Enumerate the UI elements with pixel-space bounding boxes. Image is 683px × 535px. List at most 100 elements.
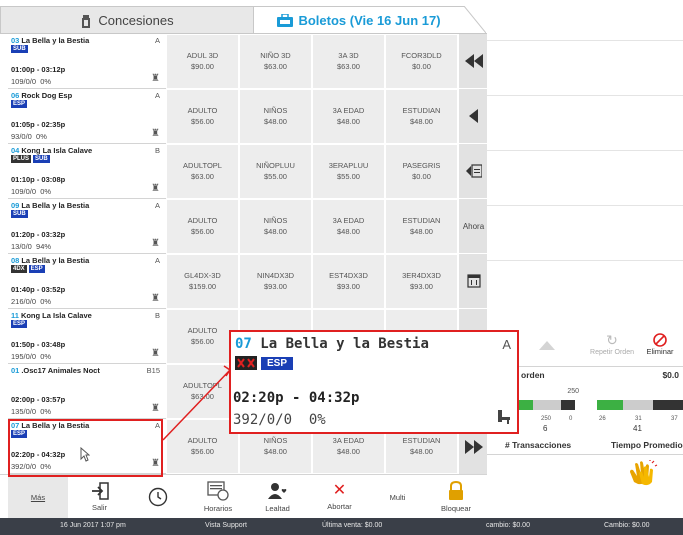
loyalty-button[interactable]: Lealtad [250, 475, 305, 519]
showing-item[interactable]: 11 Kong La Isla Calave B ESP 01:50p - 03:48p… [8, 309, 166, 364]
double-right-arrow-icon [464, 439, 483, 454]
ticket-type-button[interactable]: ADULTO $56.00 [166, 199, 239, 254]
ticket-type-name: FCOR3DLD [401, 51, 442, 60]
lock-label: Bloquear [440, 504, 472, 513]
repeat-order-button[interactable]: ↻ Repetir Orden [587, 322, 637, 366]
showing-title: 11 Kong La Isla Calave [11, 311, 92, 320]
clock-button[interactable] [135, 475, 180, 519]
ticket-type-button[interactable]: PASEGRIS $0.00 [385, 144, 458, 199]
previous-date-button[interactable] [459, 144, 488, 199]
multi-button[interactable]: Multi [370, 475, 425, 519]
clapping-hands-icon [630, 460, 658, 486]
showing-tags: ESP [11, 100, 28, 108]
ticket-icon [277, 14, 294, 27]
calendar-button[interactable] [459, 254, 488, 309]
showings-list: 03 La Bella y la Bestia A SUB 01:00p - 03:12… [8, 34, 166, 480]
order-line [487, 95, 683, 96]
clap-button[interactable] [623, 456, 663, 490]
ticket-type-button[interactable]: ESTUDIAN $48.00 [385, 199, 458, 254]
showing-item[interactable]: 03 La Bella y la Bestia A SUB 01:00p - 03:12… [8, 34, 166, 89]
gauge-segment-green [519, 400, 533, 410]
showing-item[interactable]: 09 La Bella y la Bestia A SUB 01:20p - 03:32… [8, 199, 166, 254]
left-arrow-icon [469, 109, 478, 123]
callout-time: 02:20p - 04:32p [233, 390, 360, 406]
seat-icon [498, 410, 510, 424]
ticket-type-button[interactable]: 3ER4DX3D $93.00 [385, 254, 458, 309]
previous-page-button[interactable] [459, 89, 488, 144]
status-support: Vista Support [205, 522, 247, 529]
tab-concessions[interactable]: Concesiones [0, 6, 254, 34]
ticket-type-button[interactable]: 3A 3D $63.00 [312, 34, 385, 89]
showing-occupancy: 93/0/0 0% [11, 132, 47, 141]
gauge-min-label: 250 [541, 416, 552, 422]
showing-number: 06 [11, 91, 20, 100]
showing-time: 01:05p - 02:35p [11, 120, 66, 129]
now-button[interactable]: Ahora [459, 199, 488, 254]
ticket-type-button[interactable]: 3ERAPLUU $55.00 [312, 144, 385, 199]
ticket-type-name: 3ER4DX3D [402, 271, 441, 280]
format-tag: 4DX [11, 265, 27, 273]
tab-corner [458, 6, 486, 34]
lock-button[interactable]: Bloquear [428, 475, 484, 519]
showing-movie: .Osc17 Animales Noct [21, 366, 100, 375]
gauge-segment-green [597, 400, 623, 410]
format-tag: PLUS [11, 155, 32, 163]
ticket-type-name: ADULTO [187, 106, 218, 115]
scroll-up-button[interactable] [517, 325, 577, 365]
ticket-type-name: NIÑOS [263, 106, 288, 115]
first-page-button[interactable] [459, 34, 488, 89]
tab-tickets-label: Boletos (Vie 16 Jun 17) [298, 13, 441, 28]
ticket-type-button[interactable]: ADULTO $56.00 [166, 89, 239, 144]
ticket-type-button[interactable]: ADULTOPL $63.00 [166, 144, 239, 199]
bottom-toolbar: Más Salir Horarios Lealtad ✕ Abortar Mul… [0, 474, 487, 519]
ticket-type-button[interactable]: EST4DX3D $93.00 [312, 254, 385, 309]
ticket-type-button[interactable]: NIÑOS $48.00 [239, 199, 312, 254]
showing-movie: La Bella y la Bestia [21, 256, 90, 265]
showing-rating: A [154, 201, 160, 210]
ticket-type-price: $63.00 [264, 61, 287, 71]
ticket-type-button[interactable]: NIÑOS $48.00 [239, 89, 312, 144]
ticket-type-button[interactable]: FCOR3DLD $0.00 [385, 34, 458, 89]
showing-item[interactable]: 04 Kong La Isla Calave B PLUS SUB 01:10p - 03… [8, 144, 166, 199]
order-line [487, 150, 683, 151]
ticket-type-price: $55.00 [264, 171, 287, 181]
more-button[interactable]: Más [8, 475, 68, 519]
tab-tickets[interactable]: Boletos (Vie 16 Jun 17) [254, 6, 464, 34]
ticket-type-price: $90.00 [191, 61, 214, 71]
exit-label: Salir [91, 503, 107, 512]
showing-rating: A [154, 256, 160, 265]
schedules-button[interactable]: Horarios [188, 475, 248, 519]
status-bar: 16 Jun 2017 1:07 pm Vista Support Última… [0, 518, 683, 535]
ticket-type-name: EST4DX3D [329, 271, 368, 280]
ticket-type-name: NIÑOS [263, 216, 288, 225]
ticket-type-button[interactable]: ESTUDIAN $48.00 [385, 89, 458, 144]
order-line [487, 40, 683, 41]
ticket-type-button[interactable]: NIÑO 3D $63.00 [239, 34, 312, 89]
showing-time: 02:00p - 03:57p [11, 395, 66, 404]
callout-rating: A [502, 337, 511, 352]
format-tag: ESP [11, 320, 28, 328]
status-change-1: cambio: $0.00 [486, 522, 530, 529]
ticket-type-button[interactable]: GL4DX-3D $159.00 [166, 254, 239, 309]
order-lines-area [487, 0, 683, 320]
showing-item[interactable]: 06 Rock Dog Esp A ESP 01:05p - 02:35p 93/0/0 … [8, 89, 166, 144]
schedules-label: Horarios [203, 504, 233, 513]
gauge-segment-dark [653, 400, 683, 410]
ticket-type-price: $63.00 [191, 171, 214, 181]
ticket-type-button[interactable]: 3A EDAD $48.00 [312, 89, 385, 144]
delete-button[interactable]: Eliminar [637, 322, 683, 366]
showing-rating: B [154, 146, 160, 155]
ticket-type-button[interactable]: 3A EDAD $48.00 [312, 199, 385, 254]
pos-window: Concesiones Boletos (Vie 16 Jun 17) 03 La… [0, 0, 683, 535]
showing-zoom-callout: 07 La Bella y la Bestia A ESP 02:20p - 0… [229, 330, 519, 434]
showing-time: 01:50p - 03:48p [11, 340, 66, 349]
ticket-type-button[interactable]: ADUL 3D $90.00 [166, 34, 239, 89]
ticket-type-button[interactable]: NIN4DX3D $93.00 [239, 254, 312, 309]
showing-item[interactable]: 08 La Bella y la Bestia A 4DX ESP 01:40p - 03… [8, 254, 166, 309]
exit-button[interactable]: Salir [72, 475, 127, 519]
showing-item[interactable]: 01 .Osc17 Animales Noct B15 02:00p - 03:57p… [8, 364, 166, 419]
abort-button[interactable]: ✕ Abortar [312, 475, 367, 519]
up-arrow-icon [539, 340, 555, 350]
ticket-type-price: $56.00 [191, 226, 214, 236]
ticket-type-button[interactable]: NIÑOPLUU $55.00 [239, 144, 312, 199]
